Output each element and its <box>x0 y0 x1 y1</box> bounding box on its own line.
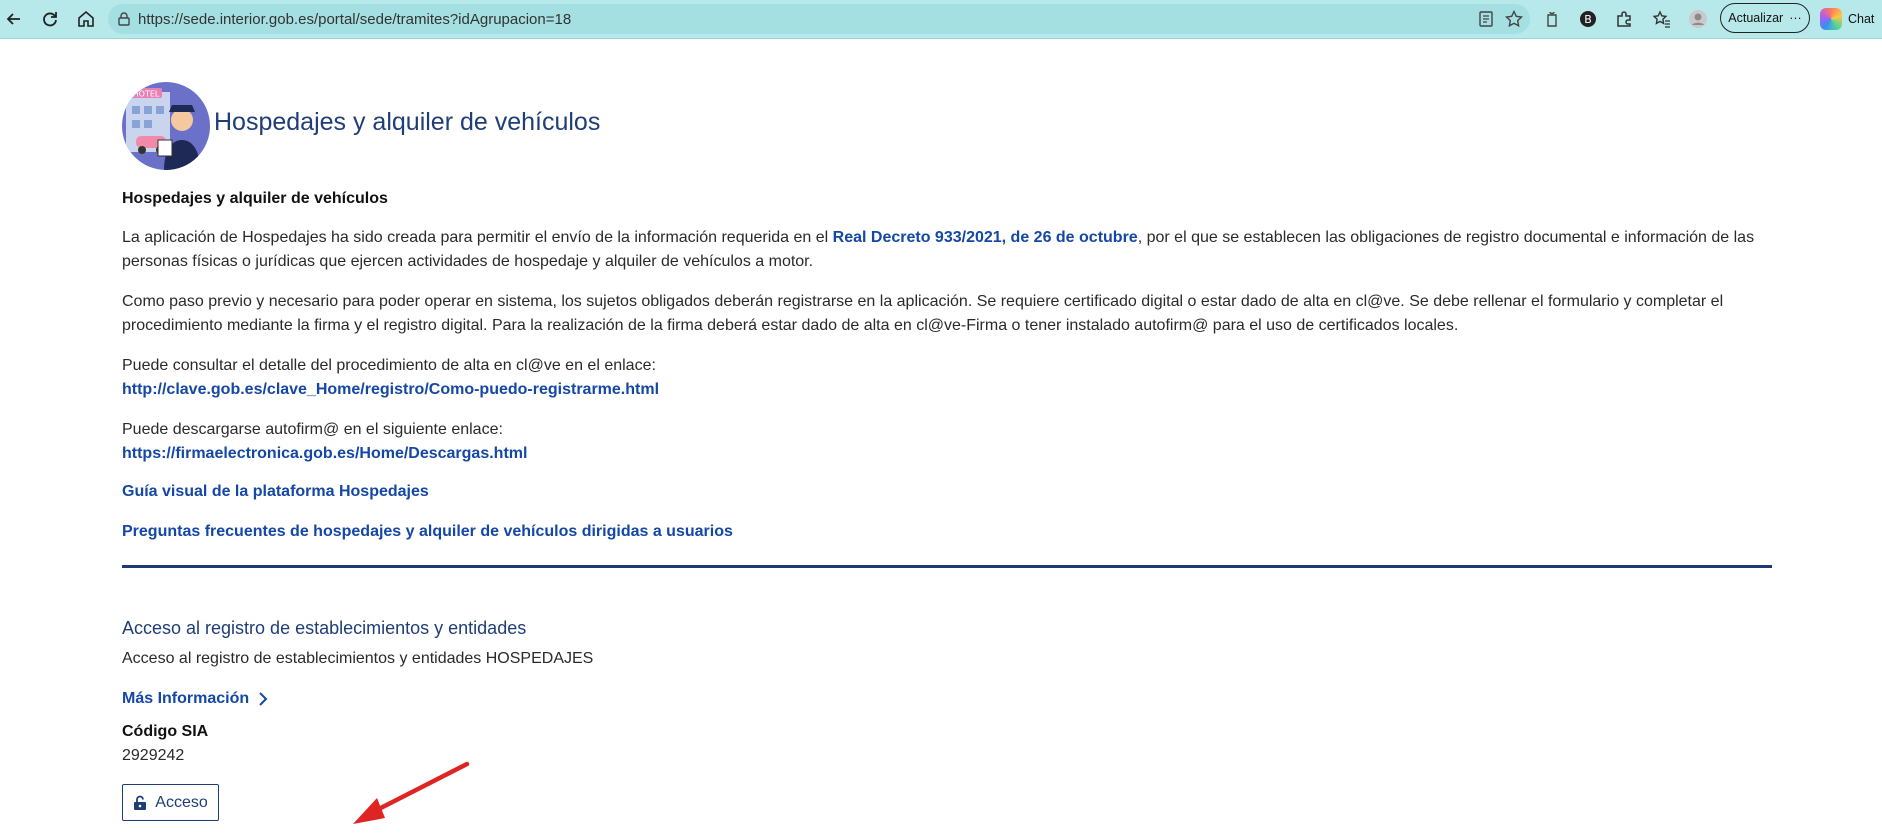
favorites-button[interactable] <box>1648 5 1676 33</box>
section-divider <box>122 565 1772 568</box>
extension-button-2[interactable]: B <box>1574 5 1602 33</box>
browser-toolbar: https://sede.interior.gob.es/portal/sede… <box>0 0 1882 39</box>
intro-paragraph: La aplicación de Hospedajes ha sido crea… <box>122 226 1772 274</box>
red-arrow <box>353 761 470 824</box>
home-icon <box>78 10 94 27</box>
sia-code-label: Código SIA <box>122 723 209 740</box>
home-button[interactable] <box>72 5 100 33</box>
autofirma-paragraph: Puede descargarse autofirm@ en el siguie… <box>122 418 1772 466</box>
update-button[interactable]: Actualizar ··· <box>1720 3 1810 33</box>
reader-icon[interactable] <box>1476 9 1496 29</box>
extension-button-1[interactable] <box>1538 5 1566 33</box>
copilot-chat-button[interactable]: Chat <box>1820 7 1874 31</box>
puzzle-icon <box>1617 11 1631 27</box>
real-decreto-link[interactable]: Real Decreto 933/2021, de 26 de octubre <box>833 229 1138 246</box>
star-icon[interactable] <box>1504 9 1524 29</box>
sia-code-value: 2929242 <box>122 747 185 764</box>
section-heading: Hospedajes y alquiler de vehículos <box>122 190 388 207</box>
profile-icon <box>1689 10 1707 28</box>
back-icon <box>6 13 20 25</box>
copilot-icon <box>1820 8 1842 30</box>
clave-paragraph: Puede consultar el detalle del procedimi… <box>122 354 1772 402</box>
unlock-icon <box>134 795 147 810</box>
guia-visual-link[interactable]: Guía visual de la plataforma Hospedajes <box>122 483 429 501</box>
favorites-icon <box>1652 10 1670 28</box>
clave-link[interactable]: http://clave.gob.es/clave_Home/registro/… <box>122 381 659 398</box>
extension-b-icon: B <box>1580 11 1596 27</box>
hotel-illustration: HOTEL <box>122 82 210 170</box>
extensions-button[interactable] <box>1610 5 1638 33</box>
extension-icon <box>1547 11 1557 27</box>
back-button[interactable] <box>0 5 28 33</box>
profile-button[interactable] <box>1684 5 1712 33</box>
requirements-paragraph: Como paso previo y necesario para poder … <box>122 293 1724 334</box>
reload-button[interactable] <box>36 5 64 33</box>
more-info-label: Más Información <box>122 690 250 707</box>
page-title: Hospedajes y alquiler de vehículos <box>214 108 601 136</box>
address-bar[interactable]: https://sede.interior.gob.es/portal/sede… <box>108 4 1530 34</box>
chevron-right-icon <box>259 692 268 706</box>
intro-text-before: La aplicación de Hospedajes ha sido crea… <box>122 229 833 246</box>
clave-text: Puede consultar el detalle del procedimi… <box>122 357 656 374</box>
autofirma-link[interactable]: https://firmaelectronica.gob.es/Home/Des… <box>122 445 527 462</box>
autofirma-text: Puede descargarse autofirm@ en el siguie… <box>122 421 503 438</box>
more-icon: ··· <box>1789 11 1802 25</box>
reload-icon <box>43 12 57 27</box>
more-info-link[interactable]: Más Información <box>122 690 269 708</box>
access-section-title: Acceso al registro de establecimientos y… <box>122 618 527 638</box>
url-text: https://sede.interior.gob.es/portal/sede… <box>138 11 572 28</box>
access-section-description: Acceso al registro de establecimientos y… <box>122 650 594 667</box>
faq-link[interactable]: Preguntas frecuentes de hospedajes y alq… <box>122 523 733 541</box>
chat-label: Chat <box>1848 12 1875 26</box>
lock-icon <box>118 12 130 26</box>
update-label: Actualizar <box>1728 11 1784 25</box>
access-button[interactable]: Acceso <box>122 784 219 821</box>
svg-text:B: B <box>1584 13 1592 26</box>
access-button-label: Acceso <box>155 793 208 811</box>
hotel-sign: HOTEL <box>133 90 160 99</box>
